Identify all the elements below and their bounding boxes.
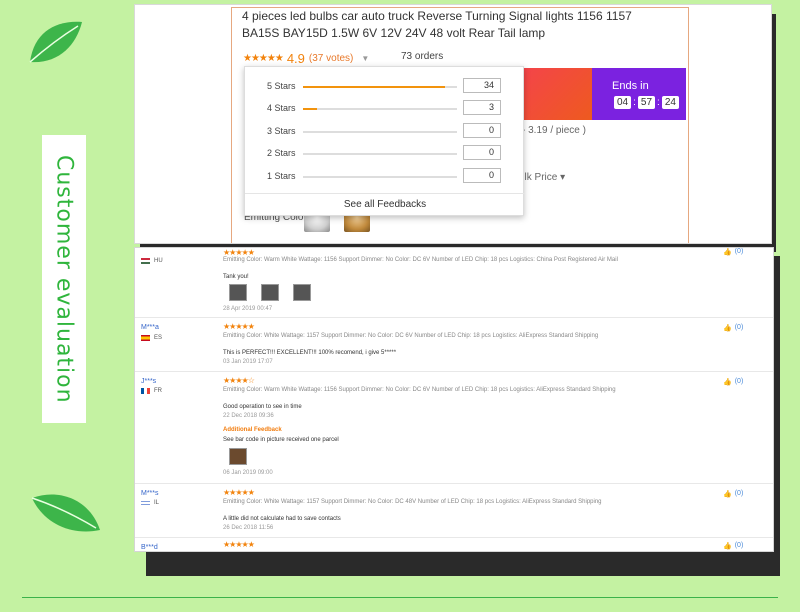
review-item: J***s FR ★★★★☆ Emitting Color: Warm Whit… — [135, 372, 773, 484]
reviewer-country: HU — [141, 258, 163, 264]
review-attributes: Emitting Color: White Wattage: 1157 Supp… — [223, 333, 599, 339]
product-title: 4 pieces led bulbs car auto truck Revers… — [242, 9, 632, 40]
review-date: 26 Dec 2018 11:56 — [223, 525, 274, 531]
rating-bar — [303, 131, 457, 133]
timer-minutes: 57 — [637, 96, 656, 109]
review-stars: ★★★★★ — [223, 488, 255, 497]
review-stars: ★★★★☆ — [223, 376, 255, 385]
review-item: HU ★★★★★ Emitting Color: Warm White Watt… — [135, 248, 773, 318]
additional-feedback-label: Additional Feedback — [223, 427, 282, 433]
reviewer-country: ES — [141, 335, 162, 341]
review-text: A little did not calculate had to save c… — [223, 516, 341, 522]
rating-row-label: 5 Stars — [267, 81, 296, 91]
rating-count: 3 — [463, 100, 501, 115]
rating-row-3[interactable]: 3 Stars 0 — [245, 122, 525, 142]
review-attributes: Emitting Color: Warm White Wattage: 1156… — [223, 257, 618, 263]
review-attributes: Emitting Color: Warm White Wattage: 1156… — [223, 387, 616, 393]
rating-count: 34 — [463, 78, 501, 93]
leaf-icon — [29, 21, 82, 63]
see-all-feedbacks-link[interactable]: See all Feedbacks — [245, 193, 525, 210]
rating-value: 4.9 — [286, 51, 305, 66]
side-title-box: Customer evaluation — [42, 135, 86, 423]
rating-stars: ★★★★★ — [243, 53, 284, 64]
reviewer-country: FR — [141, 388, 162, 394]
like-button[interactable]: 👍 (0) — [723, 248, 743, 256]
like-button[interactable]: 👍 (0) — [723, 490, 743, 498]
thumbs-up-icon: 👍 — [723, 325, 732, 332]
rating-bar-fill — [303, 86, 445, 88]
rating-row-5[interactable]: 5 Stars 34 — [245, 77, 525, 97]
review-date: 22 Dec 2018 09:36 — [223, 413, 274, 419]
reviewer-name: B***d — [141, 544, 158, 551]
reviews-panel: HU ★★★★★ Emitting Color: Warm White Watt… — [134, 247, 774, 552]
flag-icon — [141, 388, 150, 394]
review-stars: ★★★★★ — [223, 540, 255, 549]
votes-link[interactable]: (37 votes) — [309, 53, 353, 64]
review-photo[interactable] — [229, 284, 247, 301]
review-photo[interactable] — [293, 284, 311, 301]
rating-bar-fill — [303, 108, 317, 110]
review-text: Tank you! — [223, 274, 249, 280]
review-photo[interactable] — [261, 284, 279, 301]
review-date: 28 Apr 2019 00:47 — [223, 306, 273, 312]
price-range: - 3.19 / piece ) — [522, 125, 586, 136]
review-text: Good operation to see in time — [223, 404, 302, 410]
rating-row-1[interactable]: 1 Stars 0 — [245, 167, 525, 187]
review-photo[interactable] — [229, 448, 247, 465]
review-date: 03 Jan 2019 17:07 — [223, 359, 273, 365]
additional-feedback-text: See bar code in picture received one par… — [223, 437, 339, 443]
review-item: B***d ★★★★★ 👍 (0) — [135, 538, 773, 551]
review-item: M***s IL ★★★★★ Emitting Color: White Wat… — [135, 484, 773, 538]
flag-icon — [141, 258, 150, 264]
review-stars: ★★★★★ — [223, 322, 255, 331]
review-attributes: Emitting Color: White Wattage: 1157 Supp… — [223, 499, 602, 505]
like-button[interactable]: 👍 (0) — [723, 378, 743, 386]
thumbs-up-icon: 👍 — [723, 249, 732, 256]
rating-bar — [303, 153, 457, 155]
ends-in-label: Ends in — [612, 80, 649, 92]
chevron-down-icon: ▼ — [361, 54, 370, 63]
flag-icon — [141, 335, 150, 341]
thumbs-up-icon: 👍 — [723, 491, 732, 498]
rating-row-label: 4 Stars — [267, 103, 296, 113]
rating-bar — [303, 86, 457, 88]
thumbs-up-icon: 👍 — [723, 379, 732, 386]
timer-hours: 04 — [614, 96, 632, 109]
side-title: Customer evaluation — [51, 154, 77, 404]
rating-bar — [303, 176, 457, 178]
like-button[interactable]: 👍 (0) — [723, 324, 743, 332]
rating-count: 0 — [463, 123, 501, 138]
thumbs-up-icon: 👍 — [723, 543, 732, 550]
rating-row-label: 3 Stars — [267, 126, 296, 136]
countdown-banner: Ends in 04: 57: 24 — [592, 68, 686, 120]
rating-count: 0 — [463, 145, 501, 160]
rating-summary[interactable]: ★★★★★ 4.9 (37 votes) ▼ — [243, 51, 369, 66]
reviewer-name: M***s — [141, 490, 159, 497]
rating-bar — [303, 108, 457, 110]
countdown-timer: 04: 57: 24 — [614, 96, 679, 109]
rating-row-4[interactable]: 4 Stars 3 — [245, 99, 525, 119]
additional-feedback-date: 06 Jan 2019 09:00 — [223, 470, 273, 476]
leaf-icon — [31, 494, 100, 532]
reviewer-name: M***a — [141, 324, 159, 331]
rating-row-label: 2 Stars — [267, 148, 296, 158]
divider — [22, 597, 778, 598]
rating-row-2[interactable]: 2 Stars 0 — [245, 144, 525, 164]
rating-breakdown-dropdown: 5 Stars 34 4 Stars 3 3 Stars 0 2 Stars 0… — [244, 66, 525, 216]
reviewer-country: IL — [141, 500, 159, 506]
review-item: M***a ES ★★★★★ Emitting Color: White Wat… — [135, 318, 773, 372]
orders-count: 73 orders — [401, 51, 444, 62]
promo-banner — [522, 68, 592, 120]
timer-seconds: 24 — [661, 96, 679, 109]
reviewer-name: J***s — [141, 378, 157, 385]
flag-icon — [141, 500, 150, 506]
rating-row-label: 1 Stars — [267, 171, 296, 181]
rating-count: 0 — [463, 168, 501, 183]
like-button[interactable]: 👍 (0) — [723, 542, 743, 550]
chevron-down-icon: ▾ — [560, 172, 566, 183]
bulk-price-link[interactable]: ulk Price ▾ — [519, 172, 565, 183]
review-text: This is PERFECT!!! EXCELLENT!!! 100% rec… — [223, 350, 397, 356]
